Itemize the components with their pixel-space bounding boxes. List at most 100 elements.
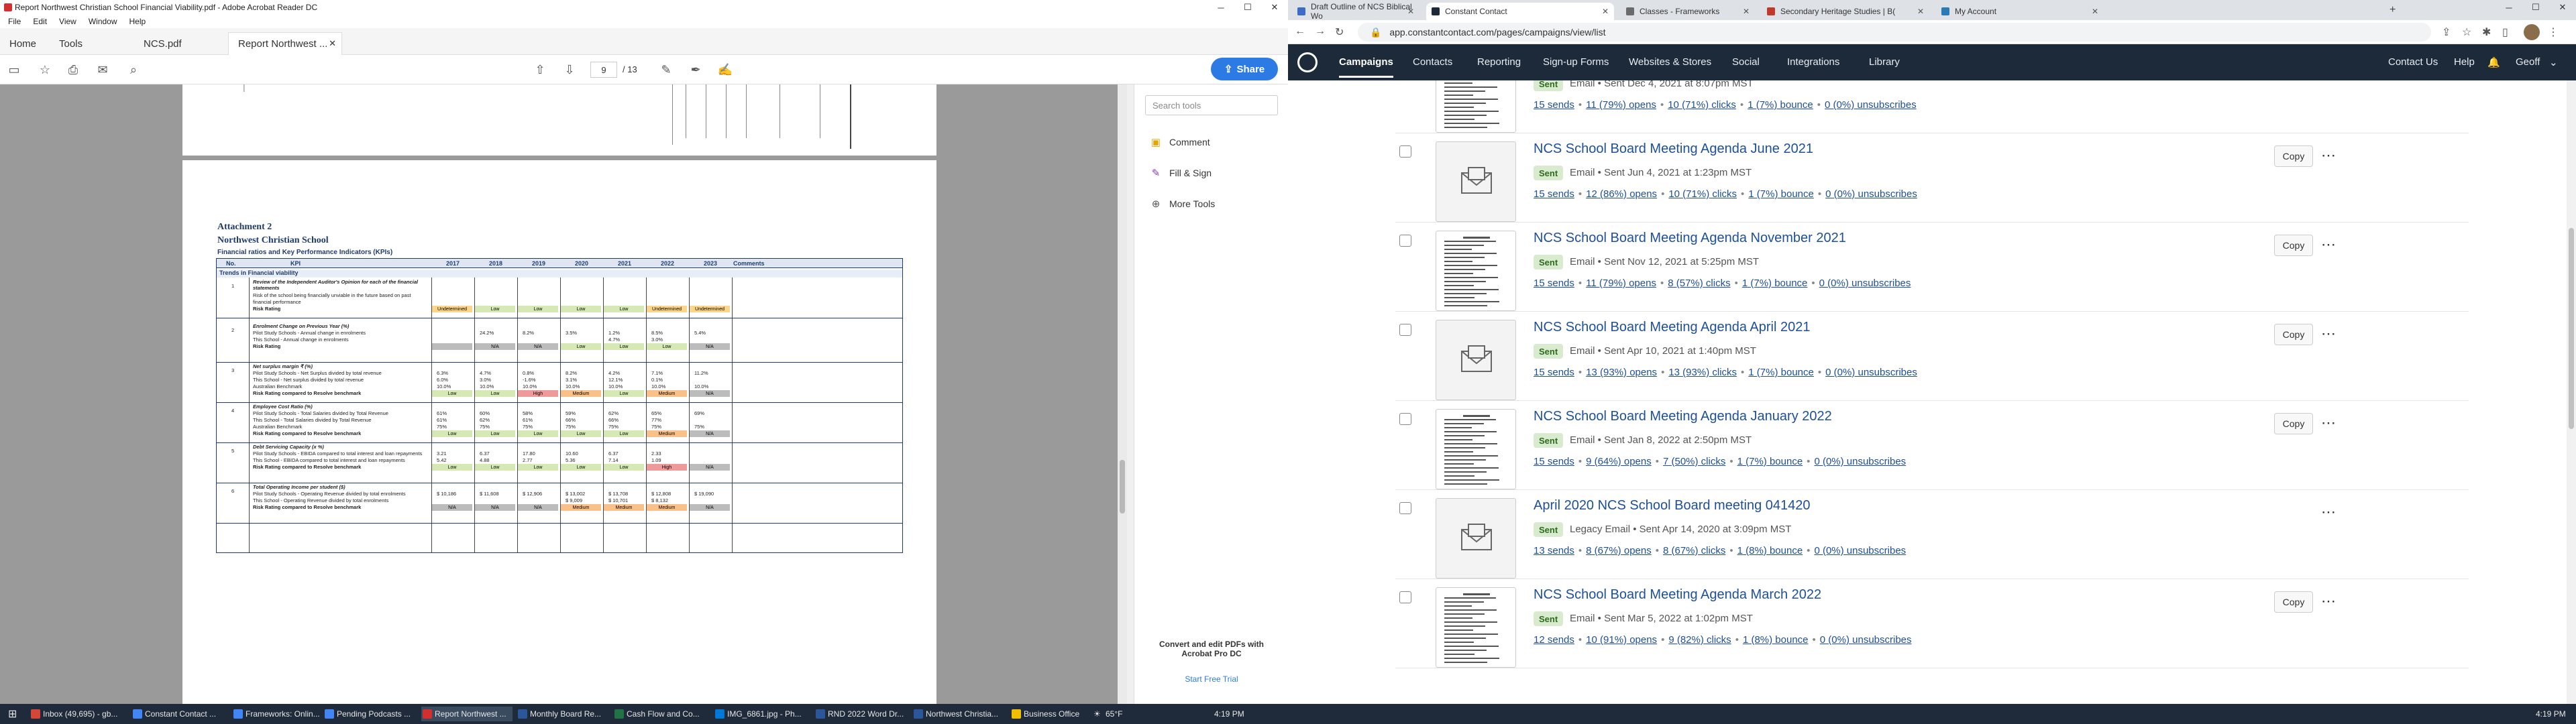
campaign-checkbox[interactable] <box>1399 235 1411 247</box>
stat-unsub-link[interactable]: 0 (0%) unsubscribes <box>1825 367 1917 378</box>
menu-file[interactable]: File <box>8 17 21 26</box>
stat-sends-link[interactable]: 15 sends <box>1534 367 1574 378</box>
campaign-row[interactable]: April 2020 NCS School Board meeting 0414… <box>1288 490 2569 579</box>
stat-opens-link[interactable]: 11 (79%) opens <box>1586 99 1656 111</box>
campaign-title-link[interactable]: April 2020 NCS School Board meeting 0414… <box>1534 498 1810 514</box>
stat-bounce-link[interactable]: 1 (7%) bounce <box>1748 99 1813 111</box>
stat-opens-link[interactable]: 13 (93%) opens <box>1586 367 1657 378</box>
campaign-title-link[interactable]: NCS School Board Meeting Agenda March 20… <box>1534 587 1821 603</box>
document-viewport[interactable]: — Attachment 2 Northwest Christian Schoo… <box>0 84 1127 704</box>
copy-button[interactable]: Copy <box>2274 145 2313 167</box>
page-scrollbar[interactable] <box>2567 80 2576 704</box>
stat-sends-link[interactable]: 13 sends <box>1534 545 1574 556</box>
clock-left[interactable]: 4:19 PM <box>1214 709 1244 719</box>
chrome-tab[interactable]: Classes - Frameworks ✕ <box>1621 3 1755 20</box>
nav-contacts[interactable]: Contacts <box>1413 56 1452 68</box>
nav-account[interactable]: Geoff <box>2516 56 2540 68</box>
tab-home[interactable]: Home <box>0 32 46 55</box>
taskbar-app-button[interactable]: Constant Contact ... <box>131 707 228 721</box>
taskbar-app-button[interactable]: RND 2022 Word Dr... <box>814 707 908 721</box>
stat-clicks-link[interactable]: 8 (67%) clicks <box>1663 545 1725 556</box>
chrome-tab[interactable]: Draft Outline of NCS Biblical Wo ✕ <box>1292 2 1419 21</box>
nav-websites-stores[interactable]: Websites & Stores <box>1629 56 1711 68</box>
print-icon[interactable]: ⎙ <box>64 62 82 78</box>
stat-unsub-link[interactable]: 0 (0%) unsubscribes <box>1825 99 1917 111</box>
nav-integrations[interactable]: Integrations <box>1787 56 1839 68</box>
stat-bounce-link[interactable]: 1 (8%) bounce <box>1743 634 1809 646</box>
stat-opens-link[interactable]: 12 (86%) opens <box>1586 188 1657 200</box>
copy-button[interactable]: Copy <box>2274 324 2313 345</box>
reload-icon[interactable]: ↻ <box>1335 25 1344 39</box>
tab-report-northwest[interactable]: Report Northwest ... ✕ <box>228 32 342 55</box>
stat-sends-link[interactable]: 12 sends <box>1534 634 1574 646</box>
chrome-close-icon[interactable]: ✕ <box>2549 0 2576 15</box>
stat-unsub-link[interactable]: 0 (0%) unsubscribes <box>1814 545 1906 556</box>
stat-sends-link[interactable]: 15 sends <box>1534 188 1574 200</box>
extensions-icon[interactable]: ✱ <box>2482 25 2491 39</box>
tab-close-icon[interactable]: ✕ <box>2092 7 2098 16</box>
more-actions-icon[interactable]: ⋯ <box>2321 414 2336 432</box>
minimize-icon[interactable]: ─ <box>1208 0 1234 15</box>
envelope-icon[interactable] <box>1436 141 1516 222</box>
chrome-menu-icon[interactable]: ⋮ <box>2548 25 2559 39</box>
bookmark-star-icon[interactable]: ☆ <box>36 62 54 78</box>
copy-button[interactable]: Copy <box>2274 235 2313 256</box>
copy-button[interactable]: Copy <box>2274 591 2313 613</box>
maximize-icon[interactable]: ☐ <box>1234 0 1261 15</box>
stat-sends-link[interactable]: 15 sends <box>1534 278 1574 289</box>
account-chevron-down-icon[interactable]: ⌄ <box>2549 56 2558 68</box>
campaign-row[interactable]: NCS School Board Meeting Agenda January … <box>1288 401 2569 490</box>
nav-help[interactable]: Help <box>2454 56 2475 68</box>
start-free-trial-link[interactable]: Start Free Trial <box>1148 674 1275 684</box>
start-menu-icon[interactable]: ⊞ <box>5 707 17 721</box>
campaign-row[interactable]: NCS School Board Meeting Agenda June 202… <box>1288 133 2569 223</box>
tool-comment[interactable]: ▣ Comment <box>1149 134 1210 150</box>
envelope-icon[interactable] <box>1436 498 1516 579</box>
campaign-title-link[interactable]: NCS School Board Meeting Agenda April 20… <box>1534 320 1811 335</box>
email-icon[interactable]: ✉ <box>94 62 111 78</box>
taskbar-app-button[interactable]: Business Office <box>1010 707 1084 721</box>
more-actions-icon[interactable]: ⋯ <box>2321 147 2336 164</box>
page-number-input[interactable]: 9 <box>590 62 617 78</box>
forward-icon[interactable]: → <box>1315 25 1326 38</box>
stat-bounce-link[interactable]: 1 (7%) bounce <box>1748 188 1814 200</box>
clock-right[interactable]: 4:19 PM <box>2536 709 2566 719</box>
bookmark-icon[interactable]: ☆ <box>2462 25 2471 39</box>
stat-unsub-link[interactable]: 0 (0%) unsubscribes <box>1825 188 1917 200</box>
stat-opens-link[interactable]: 11 (79%) opens <box>1586 278 1656 289</box>
menu-help[interactable]: Help <box>129 17 146 26</box>
comment-icon[interactable]: ✎ <box>657 62 675 78</box>
campaign-row[interactable]: NCS School Board Meeting Agenda December… <box>1288 80 2569 133</box>
tab-tools[interactable]: Tools <box>50 32 92 55</box>
search-tools-input[interactable]: Search tools <box>1145 95 1278 115</box>
menu-window[interactable]: Window <box>89 17 117 26</box>
envelope-icon[interactable] <box>1436 320 1516 400</box>
url-input[interactable]: 🔒 app.constantcontact.com/pages/campaign… <box>1358 23 2431 42</box>
sidebar-icon[interactable]: ▯ <box>2502 25 2508 39</box>
stat-opens-link[interactable]: 8 (67%) opens <box>1586 545 1652 556</box>
campaign-checkbox[interactable] <box>1399 591 1411 603</box>
campaign-checkbox[interactable] <box>1399 413 1411 425</box>
taskbar-app-button[interactable]: Pending Podcasts ... <box>323 707 417 721</box>
more-actions-icon[interactable]: ⋯ <box>2321 593 2336 610</box>
tool-more[interactable]: ⊕ More Tools <box>1149 196 1216 212</box>
campaign-checkbox[interactable] <box>1399 324 1411 336</box>
campaign-row[interactable]: NCS School Board Meeting Agenda April 20… <box>1288 312 2569 401</box>
email-preview-thumbnail[interactable] <box>1436 80 1516 133</box>
nav-reporting[interactable]: Reporting <box>1477 56 1521 68</box>
stat-bounce-link[interactable]: 1 (8%) bounce <box>1737 545 1803 556</box>
stat-clicks-link[interactable]: 13 (93%) clicks <box>1668 367 1737 378</box>
stat-clicks-link[interactable]: 10 (71%) clicks <box>1668 99 1736 111</box>
taskbar-app-button[interactable]: Inbox (49,695) - gb... <box>30 707 127 721</box>
campaign-checkbox[interactable] <box>1399 145 1411 158</box>
constant-contact-logo[interactable] <box>1297 52 1318 72</box>
menu-edit[interactable]: Edit <box>33 17 47 26</box>
stat-bounce-link[interactable]: 1 (7%) bounce <box>1748 367 1814 378</box>
tab-close-icon[interactable]: ✕ <box>1602 7 1609 16</box>
nav-campaigns[interactable]: Campaigns <box>1339 56 1393 78</box>
stat-sends-link[interactable]: 15 sends <box>1534 99 1574 111</box>
tab-close-icon[interactable]: ✕ <box>1917 7 1924 16</box>
profile-avatar[interactable] <box>2524 24 2540 40</box>
stat-opens-link[interactable]: 10 (91%) opens <box>1586 634 1657 646</box>
more-actions-icon[interactable]: ⋯ <box>2321 325 2336 343</box>
